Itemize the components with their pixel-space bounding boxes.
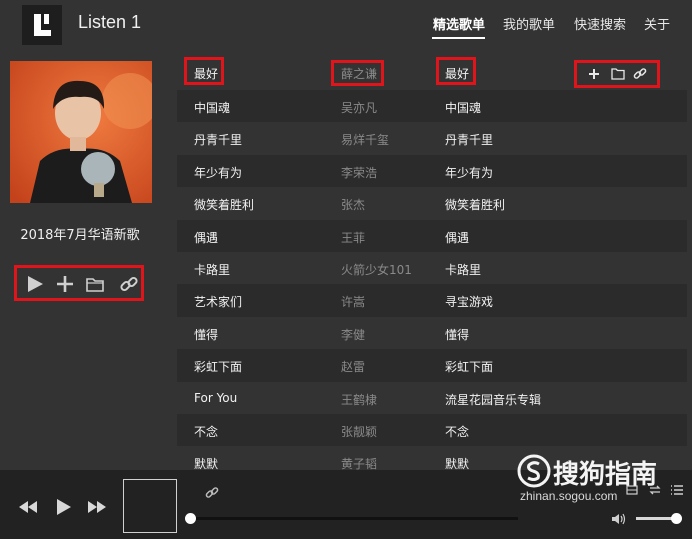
volume-button[interactable] xyxy=(611,512,627,529)
folder-icon xyxy=(611,68,625,80)
app-title: Listen 1 xyxy=(78,12,142,32)
volume-handle[interactable] xyxy=(670,513,682,524)
song-artist[interactable]: 黄子韬 xyxy=(341,455,377,470)
playlist-controls xyxy=(14,265,144,301)
song-title[interactable]: 默默 xyxy=(194,455,218,470)
header: Listen 1 精选歌单 我的歌单 快速搜索 关于 xyxy=(0,0,692,46)
song-album[interactable]: 彩虹下面 xyxy=(445,358,493,375)
link-icon xyxy=(120,276,138,292)
now-playing-cover[interactable] xyxy=(123,479,177,533)
previous-icon xyxy=(19,501,37,513)
song-title[interactable]: 微笑着胜利 xyxy=(194,196,254,213)
song-title[interactable]: 卡路里 xyxy=(194,261,230,278)
song-row[interactable]: 年少有为 李荣浩 年少有为 xyxy=(177,154,687,188)
song-album[interactable]: 偶遇 xyxy=(445,229,469,246)
song-row[interactable]: 中国魂 吴亦凡 中国魂 xyxy=(177,90,687,123)
song-row[interactable]: 懂得 李健 懂得 xyxy=(177,317,687,349)
collect-playlist-button[interactable] xyxy=(85,274,105,294)
play-icon xyxy=(57,499,71,515)
playlist-link-button[interactable] xyxy=(119,274,139,294)
header-album[interactable]: 最好 xyxy=(445,65,469,82)
volume-icon xyxy=(612,513,626,525)
song-album[interactable]: 懂得 xyxy=(445,326,469,343)
song-title[interactable]: 丹青千里 xyxy=(194,131,242,148)
song-artist[interactable]: 吴亦凡 xyxy=(341,99,377,116)
song-row[interactable]: 微笑着胜利 张杰 微笑着胜利 xyxy=(177,187,687,219)
add-icon xyxy=(589,69,599,79)
next-icon xyxy=(88,501,106,513)
song-list: 最好 薛之谦 最好 中国魂 吴亦凡 中国魂 丹青千里 易烊千玺 丹青千里 年少有为 李荣浩 年少… xyxy=(177,56,687,470)
watermark-url: zhinan.sogou.com xyxy=(520,489,618,503)
previous-button[interactable] xyxy=(17,500,39,517)
progress-handle[interactable] xyxy=(185,513,196,524)
song-album[interactable]: 丹青千里 xyxy=(445,131,493,148)
add-all-button[interactable] xyxy=(55,274,75,294)
header-title[interactable]: 最好 xyxy=(194,65,218,82)
progress-bar[interactable] xyxy=(190,517,518,520)
song-row[interactable]: 偶遇 王菲 偶遇 xyxy=(177,219,687,252)
song-row[interactable]: For You 王鹤棣 流星花园音乐专辑 xyxy=(177,382,687,414)
song-title[interactable]: 艺术家们 xyxy=(194,293,242,310)
playlist-title: 2018年7月华语新歌 xyxy=(20,228,140,243)
play-icon xyxy=(28,276,43,292)
song-title[interactable]: 懂得 xyxy=(194,326,218,343)
song-artist[interactable]: 火箭少女101 xyxy=(341,261,412,278)
song-album[interactable]: 年少有为 xyxy=(445,164,493,181)
song-title[interactable]: 彩虹下面 xyxy=(194,358,242,375)
watermark-text: 搜狗指南 xyxy=(553,460,658,490)
song-title[interactable]: For You xyxy=(194,391,237,405)
song-row[interactable]: 丹青千里 易烊千玺 丹青千里 xyxy=(177,122,687,154)
song-title[interactable]: 年少有为 xyxy=(194,164,242,181)
next-button[interactable] xyxy=(86,500,108,517)
song-artist[interactable]: 李健 xyxy=(341,326,365,343)
song-artist[interactable]: 许嵩 xyxy=(341,293,365,310)
watermark-logo xyxy=(516,453,552,492)
queue-icon xyxy=(671,485,683,495)
collect-song-button[interactable] xyxy=(611,67,625,80)
song-row[interactable]: 卡路里 火箭少女101 卡路里 xyxy=(177,252,687,284)
nav-active-underline xyxy=(432,37,485,39)
link-icon xyxy=(205,487,219,498)
cover-image xyxy=(10,61,152,203)
song-artist[interactable]: 王菲 xyxy=(341,229,365,246)
song-album[interactable]: 卡路里 xyxy=(445,261,481,278)
nav-my-playlists[interactable]: 我的歌单 xyxy=(503,14,555,33)
song-artist[interactable]: 易烊千玺 xyxy=(341,131,389,148)
playlist-cover[interactable] xyxy=(10,61,152,203)
song-album[interactable]: 寻宝游戏 xyxy=(445,293,493,310)
song-artist[interactable]: 张靓颖 xyxy=(341,423,377,440)
song-artist[interactable]: 张杰 xyxy=(341,196,365,213)
song-album[interactable]: 流星花园音乐专辑 xyxy=(445,391,541,408)
song-album[interactable]: 默默 xyxy=(445,455,469,470)
song-list-header: 最好 薛之谦 最好 xyxy=(177,56,687,90)
song-artist[interactable]: 赵雷 xyxy=(341,358,365,375)
now-playing-link-button[interactable] xyxy=(205,486,219,503)
song-title[interactable]: 不念 xyxy=(194,423,218,440)
link-icon xyxy=(633,68,647,79)
song-album[interactable]: 微笑着胜利 xyxy=(445,196,505,213)
song-title[interactable]: 偶遇 xyxy=(194,229,218,246)
play-button[interactable] xyxy=(55,497,73,520)
playlist-queue-button[interactable] xyxy=(670,484,684,499)
nav-featured-playlists[interactable]: 精选歌单 xyxy=(433,14,485,33)
add-icon xyxy=(57,276,73,292)
song-row[interactable]: 艺术家们 许嵩 寻宝游戏 xyxy=(177,284,687,317)
song-album[interactable]: 不念 xyxy=(445,423,469,440)
song-album[interactable]: 中国魂 xyxy=(445,99,481,116)
logo-icon xyxy=(34,14,51,36)
play-all-button[interactable] xyxy=(25,274,45,294)
nav-quick-search[interactable]: 快速搜索 xyxy=(574,14,626,33)
nav-about[interactable]: 关于 xyxy=(644,14,670,33)
sogou-logo-icon xyxy=(517,454,551,488)
song-row[interactable]: 彩虹下面 赵雷 彩虹下面 xyxy=(177,349,687,382)
header-artist[interactable]: 薛之谦 xyxy=(341,65,377,82)
folder-icon xyxy=(86,278,104,292)
song-title[interactable]: 中国魂 xyxy=(194,99,230,116)
song-artist[interactable]: 李荣浩 xyxy=(341,164,377,181)
app-logo xyxy=(22,5,62,45)
song-row[interactable]: 不念 张靓颖 不念 xyxy=(177,414,687,447)
song-artist[interactable]: 王鹤棣 xyxy=(341,391,377,408)
add-song-button[interactable] xyxy=(588,68,600,80)
song-link-button[interactable] xyxy=(633,67,647,81)
